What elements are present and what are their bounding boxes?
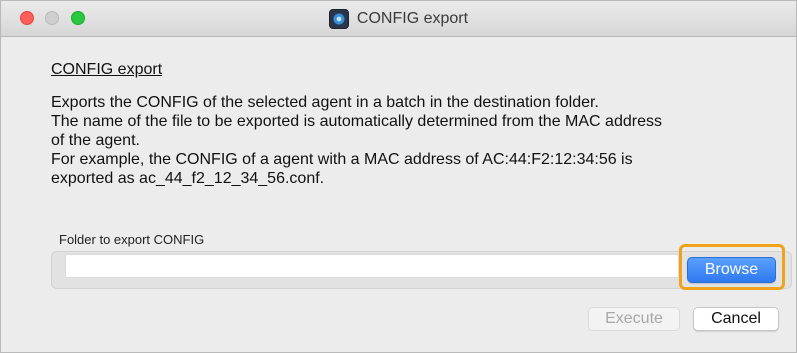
folder-label: Folder to export CONFIG [59,232,205,247]
dialog-content: CONFIG export Exports the CONFIG of the … [51,61,791,188]
description-line: of the agent. [51,132,140,149]
description-line: For example, the CONFIG of a agent with … [51,151,633,168]
description-line: exported as ac_44_f2_12_34_56.conf. [51,170,325,187]
config-export-window: CONFIG export CONFIG export Exports the … [0,0,797,353]
browse-button[interactable]: Browse [687,257,776,283]
description-line: The name of the file to be exported is a… [51,113,662,130]
description-line: Exports the CONFIG of the selected agent… [51,94,599,111]
title-bar: CONFIG export [1,1,796,37]
window-title: CONFIG export [356,10,469,27]
section-heading: CONFIG export [51,61,163,78]
execute-button[interactable]: Execute [588,307,680,331]
description: Exports the CONFIG of the selected agent… [51,93,791,188]
folder-path-input[interactable] [65,254,679,278]
window-title-group: CONFIG export [1,1,796,37]
cancel-button[interactable]: Cancel [693,307,779,331]
app-icon [328,9,349,29]
